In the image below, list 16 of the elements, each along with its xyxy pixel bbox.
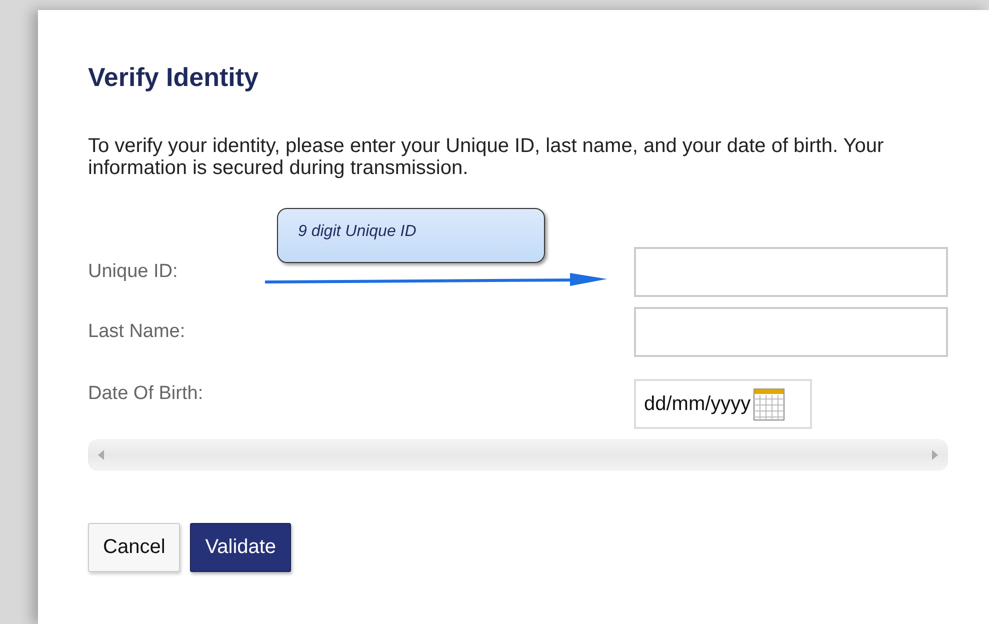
arrow-icon	[265, 272, 607, 288]
dialog-description: To verify your identity, please enter your Unique ID, last name, and your date of birth. Your information is secured during transmission.	[88, 135, 885, 179]
text-input-field[interactable]	[634, 307, 948, 357]
validate-button[interactable]: Validate	[190, 523, 292, 572]
horizontal-scrollbar[interactable]	[88, 439, 948, 471]
callout-bubble: 9 digit Unique ID	[277, 208, 545, 263]
scroll-left-icon[interactable]	[98, 450, 104, 460]
text-input-field[interactable]	[634, 247, 948, 297]
dialog-title: Verify Identity	[88, 62, 260, 93]
calendar-icon[interactable]	[752, 387, 785, 421]
scroll-right-icon[interactable]	[932, 450, 938, 460]
cancel-button[interactable]: Cancel	[88, 523, 180, 572]
date-input-field[interactable]: dd/mm/yyyy	[634, 379, 812, 429]
field-label: Date Of Birth:	[88, 383, 204, 405]
field-label: Last Name:	[88, 321, 186, 343]
field-label: Unique ID:	[88, 261, 178, 283]
